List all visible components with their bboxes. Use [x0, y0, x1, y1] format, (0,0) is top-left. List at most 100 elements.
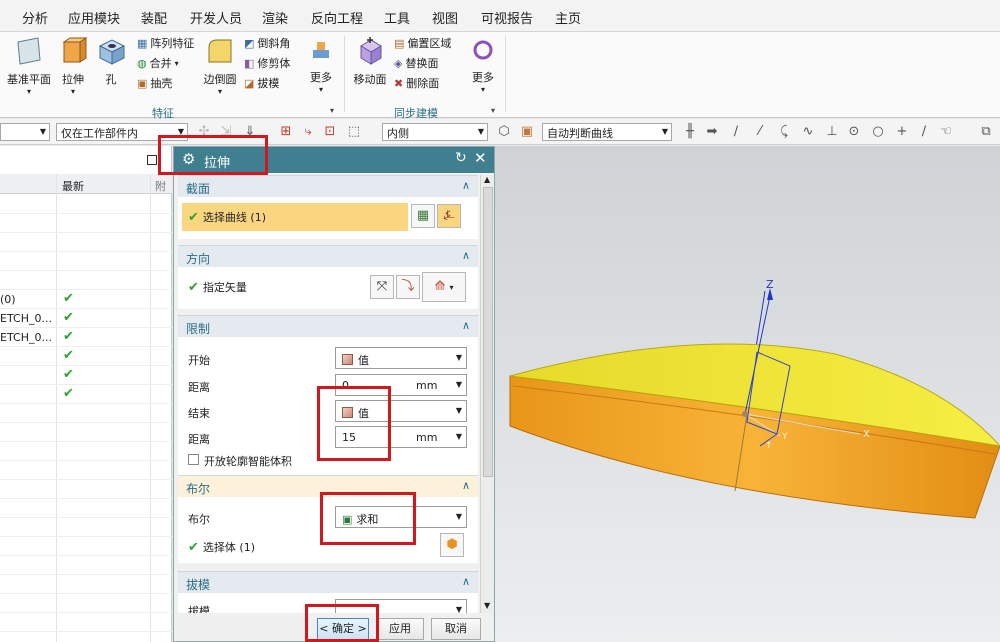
- delete-face-button[interactable]: ✖ 删除面: [394, 75, 439, 91]
- table-row[interactable]: [0, 537, 172, 556]
- datum-plane-button[interactable]: 基准平面 ▾: [6, 36, 52, 96]
- table-row[interactable]: [0, 252, 172, 271]
- end-distance-input[interactable]: 15 mm ▼: [335, 426, 467, 448]
- snap-icon[interactable]: ✣: [196, 124, 212, 140]
- vector-type-dropdown[interactable]: ⟰ ▾: [422, 272, 466, 302]
- menu-visual-report[interactable]: 可视报告: [481, 8, 533, 27]
- collapse-icon[interactable]: ∧: [462, 575, 470, 588]
- spline-icon[interactable]: ∿: [800, 124, 816, 140]
- sketch-section-button[interactable]: ▦: [411, 204, 435, 228]
- navigator-maximize-icon[interactable]: [147, 155, 157, 165]
- start-type-select[interactable]: 值 ▼: [335, 347, 467, 369]
- hole-button[interactable]: 孔: [94, 36, 128, 87]
- section-group-header[interactable]: 截面 ∧: [178, 175, 478, 197]
- table-row[interactable]: [0, 594, 172, 613]
- boolean-group-header[interactable]: 布尔 ∧: [178, 475, 478, 497]
- menu-assembly[interactable]: 装配: [141, 8, 167, 27]
- scroll-down-icon[interactable]: ▼: [484, 601, 490, 610]
- circle-icon[interactable]: ○: [870, 124, 886, 140]
- ok-button[interactable]: < 确定 >: [317, 618, 369, 640]
- table-row[interactable]: ✔: [0, 366, 172, 385]
- select-all-icon[interactable]: ⊞: [278, 124, 294, 140]
- direction-group-header[interactable]: 方向 ∧: [178, 245, 478, 267]
- shading-icon[interactable]: ⬡: [496, 124, 512, 140]
- limits-group-header[interactable]: 限制 ∧: [178, 315, 478, 337]
- table-row[interactable]: [0, 518, 172, 537]
- hand-icon[interactable]: ☜: [938, 124, 954, 140]
- select-feature-icon[interactable]: ⇓: [242, 124, 258, 140]
- table-row[interactable]: ✔: [0, 347, 172, 366]
- menu-tools[interactable]: 工具: [384, 8, 410, 27]
- reset-icon[interactable]: ↻: [455, 150, 467, 166]
- offset-region-button[interactable]: ▤ 偏置区域: [394, 35, 451, 51]
- table-row[interactable]: [0, 575, 172, 594]
- table-row[interactable]: [0, 404, 172, 423]
- select-curve-icon[interactable]: ⊡: [322, 124, 338, 140]
- scrollbar-thumb[interactable]: [483, 187, 493, 477]
- table-row[interactable]: (0) ✔: [0, 290, 172, 309]
- edge-blend-button[interactable]: 边倒圆 ▾: [200, 36, 240, 96]
- pin-icon[interactable]: ⇲: [218, 124, 234, 140]
- scroll-up-icon[interactable]: ▲: [484, 175, 490, 184]
- feature-group-expand[interactable]: ▾: [330, 106, 334, 115]
- table-row[interactable]: ETCH_0... ✔: [0, 328, 172, 347]
- draft-button[interactable]: ◪ 拔模: [244, 75, 279, 91]
- draft-type-select[interactable]: ▼: [335, 599, 467, 613]
- table-row[interactable]: [0, 499, 172, 518]
- sync-group-expand[interactable]: ▾: [491, 106, 495, 115]
- pattern-feature-button[interactable]: ▦ 阵列特征: [137, 35, 194, 51]
- menu-view[interactable]: 视图: [432, 8, 458, 27]
- reverse-direction-button[interactable]: ⤵: [396, 275, 420, 299]
- graphics-viewport[interactable]: Z X Y ↑: [495, 146, 1000, 642]
- menu-developer[interactable]: 开发人员: [190, 8, 242, 27]
- rectangle-select-icon[interactable]: ⬚: [346, 124, 362, 140]
- tangent-line-icon[interactable]: ⁄: [752, 124, 768, 140]
- select-body-button[interactable]: ⬢: [440, 533, 464, 557]
- table-row[interactable]: [0, 195, 172, 214]
- intersection-icon[interactable]: ╫: [682, 124, 698, 140]
- gear-icon[interactable]: ⚙: [182, 150, 195, 168]
- plus-icon[interactable]: +: [894, 124, 910, 140]
- cancel-button[interactable]: 取消: [431, 618, 481, 640]
- menu-home[interactable]: 主页: [555, 8, 581, 27]
- collapse-icon[interactable]: ∧: [462, 479, 470, 492]
- open-profile-checkbox[interactable]: [188, 454, 199, 465]
- extrude-button[interactable]: 拉伸 ▾: [56, 36, 90, 96]
- table-row[interactable]: [0, 461, 172, 480]
- trim-body-button[interactable]: ◧ 修剪体: [244, 55, 290, 71]
- arrow-icon[interactable]: ➡: [704, 124, 720, 140]
- draft-group-header[interactable]: 拔模 ∧: [178, 571, 478, 593]
- collapse-icon[interactable]: ∧: [462, 319, 470, 332]
- menu-analysis[interactable]: 分析: [22, 8, 48, 27]
- end-type-select[interactable]: 值 ▼: [335, 400, 467, 422]
- curve-icon[interactable]: ⤹: [776, 124, 792, 140]
- midpoint-icon[interactable]: ∕: [916, 124, 932, 140]
- dialog-title-bar[interactable]: ⚙ 拉伸 ↻ ✕: [174, 147, 494, 173]
- close-icon[interactable]: ✕: [474, 149, 487, 167]
- menu-application[interactable]: 应用模块: [68, 8, 120, 27]
- table-row[interactable]: [0, 271, 172, 290]
- table-row[interactable]: [0, 233, 172, 252]
- apply-button[interactable]: 应用: [376, 618, 424, 640]
- replace-face-button[interactable]: ◈ 替换面: [394, 55, 438, 71]
- scope-filter-select[interactable]: 仅在工作部件内 ▼: [56, 123, 188, 141]
- move-face-button[interactable]: 移动面: [350, 36, 390, 87]
- table-row[interactable]: ETCH_0... ✔: [0, 309, 172, 328]
- table-row[interactable]: [0, 214, 172, 233]
- more-sync-button[interactable]: 更多 ▾: [466, 38, 500, 94]
- dialog-scrollbar[interactable]: ▲ ▼: [480, 175, 494, 613]
- menu-render[interactable]: 渲染: [262, 8, 288, 27]
- table-row[interactable]: [0, 442, 172, 461]
- side-select[interactable]: 内侧 ▼: [382, 123, 488, 141]
- select-point-icon[interactable]: ⤷: [300, 124, 316, 140]
- table-row[interactable]: [0, 423, 172, 442]
- chamfer-button[interactable]: ◩ 倒斜角: [244, 35, 290, 51]
- column-latest[interactable]: 最新: [62, 178, 84, 194]
- more-feature-button[interactable]: 更多 ▾: [304, 38, 338, 94]
- table-row[interactable]: ✔: [0, 385, 172, 404]
- table-row[interactable]: [0, 480, 172, 499]
- collapse-icon[interactable]: ∧: [462, 249, 470, 262]
- snap-point-icon[interactable]: ⊥: [824, 124, 840, 140]
- shell-button[interactable]: ▣ 抽壳: [137, 75, 172, 91]
- screen-icon[interactable]: ⧉: [978, 124, 994, 140]
